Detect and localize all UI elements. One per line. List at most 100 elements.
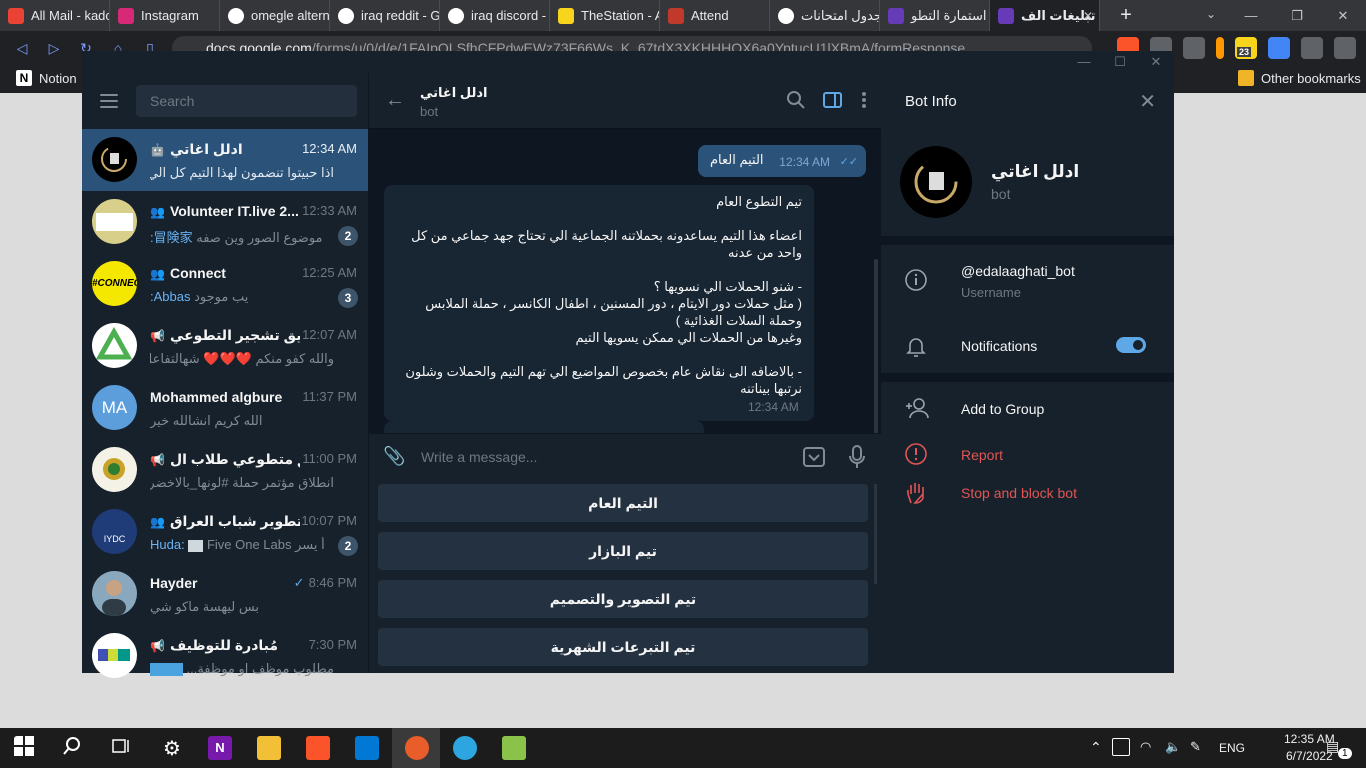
- keyboard-button[interactable]: تيم التصوير والتصميم: [378, 580, 868, 618]
- incoming-message[interactable]: [384, 421, 704, 433]
- message-time: 12:34 AM: [748, 400, 799, 414]
- chat-item[interactable]: 👥 Volunteer IT.live 2... 12:33 AM موضوع ا…: [82, 191, 368, 253]
- browser-tab[interactable]: جدول امتحانات: [770, 0, 880, 31]
- extension-badge-icon[interactable]: 23: [1235, 37, 1257, 59]
- maximize-icon[interactable]: ☐: [1102, 51, 1138, 73]
- scrollbar[interactable]: [874, 484, 877, 584]
- incoming-message[interactable]: تيم التطوع العام اعضاء هذا التيم يساعدون…: [384, 185, 814, 421]
- stop-block-button[interactable]: Stop and block bot: [961, 485, 1077, 501]
- chat-name: Mohammed algbure: [150, 389, 283, 405]
- browser-tab-active[interactable]: تبليغات الف ✕: [990, 0, 1100, 31]
- chat-preview: Huda: Five One Labs أ يسر: [150, 537, 325, 552]
- close-icon[interactable]: ✕: [1320, 0, 1366, 31]
- connect-logo-icon: #CONNECT: [92, 261, 137, 306]
- battery-icon[interactable]: [1112, 738, 1130, 756]
- bookmark-notion[interactable]: N Notion: [16, 70, 77, 86]
- chat-time: 10:07 PM: [301, 513, 357, 528]
- group-icon: 👥: [150, 515, 165, 529]
- search-icon[interactable]: [62, 736, 86, 760]
- notifications-toggle[interactable]: [1116, 337, 1146, 353]
- outgoing-message[interactable]: التيم العام 12:34 AM ✓✓: [698, 145, 866, 177]
- search-icon[interactable]: [787, 91, 805, 109]
- chat-item[interactable]: IYDC 👥مركز تطوير شباب العراق 10:07 PM Hu…: [82, 501, 368, 563]
- wifi-icon[interactable]: ◠: [1140, 739, 1151, 755]
- extension-icon[interactable]: [1183, 37, 1205, 59]
- menu-icon[interactable]: [100, 94, 118, 112]
- close-icon[interactable]: ✕: [1138, 51, 1174, 73]
- more-vertical-icon[interactable]: [861, 91, 867, 109]
- crescent-logo-icon: [101, 146, 127, 172]
- chat-item[interactable]: 📢فريق تشجير التطوعي 12:07 AM والله كفو م…: [82, 315, 368, 377]
- forward-icon[interactable]: ▷: [38, 40, 70, 57]
- close-icon[interactable]: ✕: [1083, 9, 1093, 23]
- chat-list-sidebar: Search 🤖 ادلل اغاتي 12:34 AM اذا حبيتوا ت…: [82, 73, 369, 678]
- chat-name: 📢فريق متطوعي طلاب ال...: [150, 451, 300, 467]
- windows-start-icon[interactable]: [14, 736, 38, 760]
- tab-label: TheStation - A: [581, 8, 660, 23]
- browser-tab[interactable]: iraq discord -: [440, 0, 550, 31]
- browser-tab[interactable]: omegle altern: [220, 0, 330, 31]
- chevron-up-icon[interactable]: ⌃: [1090, 739, 1102, 756]
- bot-keyboard-icon[interactable]: [803, 446, 825, 468]
- volume-icon[interactable]: 🔈: [1165, 739, 1181, 755]
- browser-tab[interactable]: Attend: [660, 0, 770, 31]
- maximize-icon[interactable]: ❐: [1274, 0, 1320, 31]
- keyboard-button[interactable]: التيم العام: [378, 484, 868, 522]
- language-indicator[interactable]: ENG: [1219, 741, 1245, 755]
- report-button[interactable]: Report: [961, 447, 1003, 463]
- bookmark-label: Other bookmarks: [1261, 70, 1361, 86]
- task-view-icon[interactable]: [110, 736, 134, 760]
- tab-label: Instagram: [141, 8, 199, 23]
- tab-search-icon[interactable]: ⌄: [1206, 7, 1216, 21]
- chat-item[interactable]: 📢 مُبادرة للتوظيف 7:30 PM مطلوب موظف او م…: [82, 625, 368, 687]
- minimize-icon[interactable]: —: [1228, 0, 1274, 31]
- browser-tab[interactable]: All Mail - kado: [0, 0, 110, 31]
- keyboard-button[interactable]: تيم البازار: [378, 532, 868, 570]
- bookmark-other[interactable]: Other bookmarks: [1238, 70, 1361, 86]
- settings-gear-icon[interactable]: ⚙: [160, 736, 184, 760]
- chat-item[interactable]: MA Mohammed algbure 11:37 PM الله كريم ا…: [82, 377, 368, 439]
- chat-item[interactable]: Hayder ✓ 8:46 PM بس ليهسة ماكو شي: [82, 563, 368, 625]
- browser-tab[interactable]: TheStation - A: [550, 0, 660, 31]
- avatar: [92, 571, 137, 616]
- sidebar-toggle-icon[interactable]: [823, 91, 843, 109]
- brave-browser-icon[interactable]: [306, 736, 330, 760]
- extension-icon[interactable]: [1216, 37, 1224, 59]
- add-to-group-button[interactable]: Add to Group: [961, 401, 1044, 417]
- minimize-icon[interactable]: —: [1066, 51, 1102, 73]
- browser-tab[interactable]: استمارة التطو: [880, 0, 990, 31]
- chat-title[interactable]: ادلل اغاتي: [420, 85, 487, 101]
- onenote-icon[interactable]: N: [208, 736, 232, 760]
- browser-tab[interactable]: iraq reddit - G: [330, 0, 440, 31]
- avatar: [92, 447, 137, 492]
- keyboard-button[interactable]: تيم التبرعات الشهرية: [378, 628, 868, 666]
- chat-item[interactable]: 📢فريق متطوعي طلاب ال... 11:00 PM انطلاق …: [82, 439, 368, 501]
- chat-item[interactable]: 🤖 ادلل اغاتي 12:34 AM اذا حبيتوا تنضمون ل…: [82, 129, 368, 191]
- search-input[interactable]: Search: [136, 85, 357, 117]
- attach-icon[interactable]: 📎: [383, 446, 405, 467]
- back-icon[interactable]: ◁: [6, 40, 38, 57]
- vscode-icon[interactable]: [355, 736, 379, 760]
- new-tab-button[interactable]: +: [1114, 4, 1138, 27]
- back-arrow-icon[interactable]: ←: [385, 89, 405, 112]
- bot-name: ادلل اغاتي: [991, 162, 1080, 181]
- puzzle-icon[interactable]: [1334, 37, 1356, 59]
- pin-app-icon[interactable]: [405, 736, 429, 760]
- chat-item[interactable]: #CONNECT 👥Connect 12:25 AM يب موجود Abba…: [82, 253, 368, 315]
- username-value[interactable]: @edalaaghati_bot: [961, 263, 1075, 279]
- browser-tab[interactable]: Instagram: [110, 0, 220, 31]
- pen-icon[interactable]: ✎: [1190, 739, 1201, 755]
- file-explorer-icon[interactable]: [257, 736, 281, 760]
- pen-icon[interactable]: [1301, 37, 1323, 59]
- scrollbar[interactable]: [874, 259, 878, 433]
- close-icon[interactable]: ✕: [1139, 89, 1156, 114]
- chat-preview: الله كريم انشالله خير: [150, 413, 263, 428]
- message-input[interactable]: Write a message...: [421, 449, 537, 465]
- chat-name: Hayder: [150, 575, 198, 591]
- telegram-icon[interactable]: [453, 736, 477, 760]
- translate-icon[interactable]: [1268, 37, 1290, 59]
- tree-logo-icon: [95, 326, 133, 360]
- notepad-icon[interactable]: [502, 736, 526, 760]
- bot-info-panel: Bot Info ✕ ادلل اغاتي bot @edalaaghati_b…: [881, 73, 1174, 673]
- microphone-icon[interactable]: [849, 445, 865, 469]
